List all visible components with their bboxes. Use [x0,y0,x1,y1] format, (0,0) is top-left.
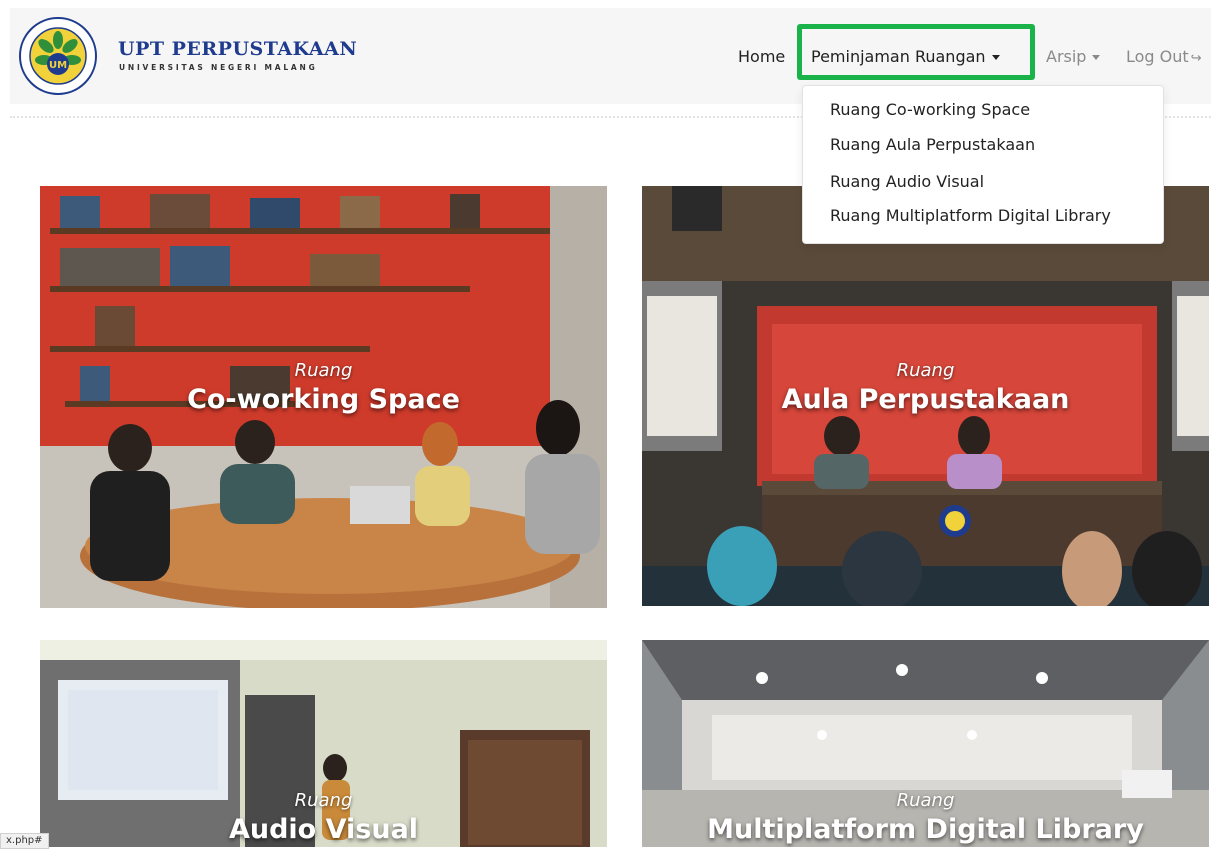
nav-logout[interactable]: Log Out ↪ [1126,47,1202,66]
peminjaman-dropdown-menu: Ruang Co-working Space Ruang Aula Perpus… [802,85,1164,244]
card-audio-visual[interactable]: Ruang Audio Visual [40,640,607,847]
card-aula-perpustakaan[interactable]: Ruang Aula Perpustakaan [642,186,1209,606]
svg-text:UM: UM [49,60,67,71]
card-label-title: Aula Perpustakaan [781,384,1070,415]
dropdown-item-coworking[interactable]: Ruang Co-working Space [830,100,1030,119]
card-label-title: Multiplatform Digital Library [707,814,1144,845]
caret-down-icon [1092,55,1101,60]
dropdown-item-aula[interactable]: Ruang Aula Perpustakaan [830,135,1035,154]
card-coworking-space[interactable]: Ruang Co-working Space [40,186,607,608]
card-multiplatform-digital-library[interactable]: Ruang Multiplatform Digital Library [642,640,1209,847]
nav-arsip[interactable]: Arsip [1046,47,1101,66]
card-label-title: Audio Visual [228,814,419,845]
card-label-prefix: Ruang [294,790,353,811]
card-label-prefix: Ruang [896,360,955,381]
logout-icon: ↪ [1190,51,1202,66]
dropdown-item-audio-visual[interactable]: Ruang Audio Visual [830,172,984,191]
um-logo[interactable]: UM [18,16,98,96]
brand-subtitle: UNIVERSITAS NEGERI MALANG [119,63,318,72]
card-label-title: Co-working Space [187,384,460,415]
nav-home[interactable]: Home [738,47,785,66]
highlight-box [797,24,1035,80]
card-label-prefix: Ruang [896,790,955,811]
dropdown-item-multiplatform[interactable]: Ruang Multiplatform Digital Library [830,206,1111,225]
card-label-prefix: Ruang [294,360,353,381]
brand-title: UPT PERPUSTAKAAN [118,38,358,60]
um-seal-icon: UM [19,17,97,95]
